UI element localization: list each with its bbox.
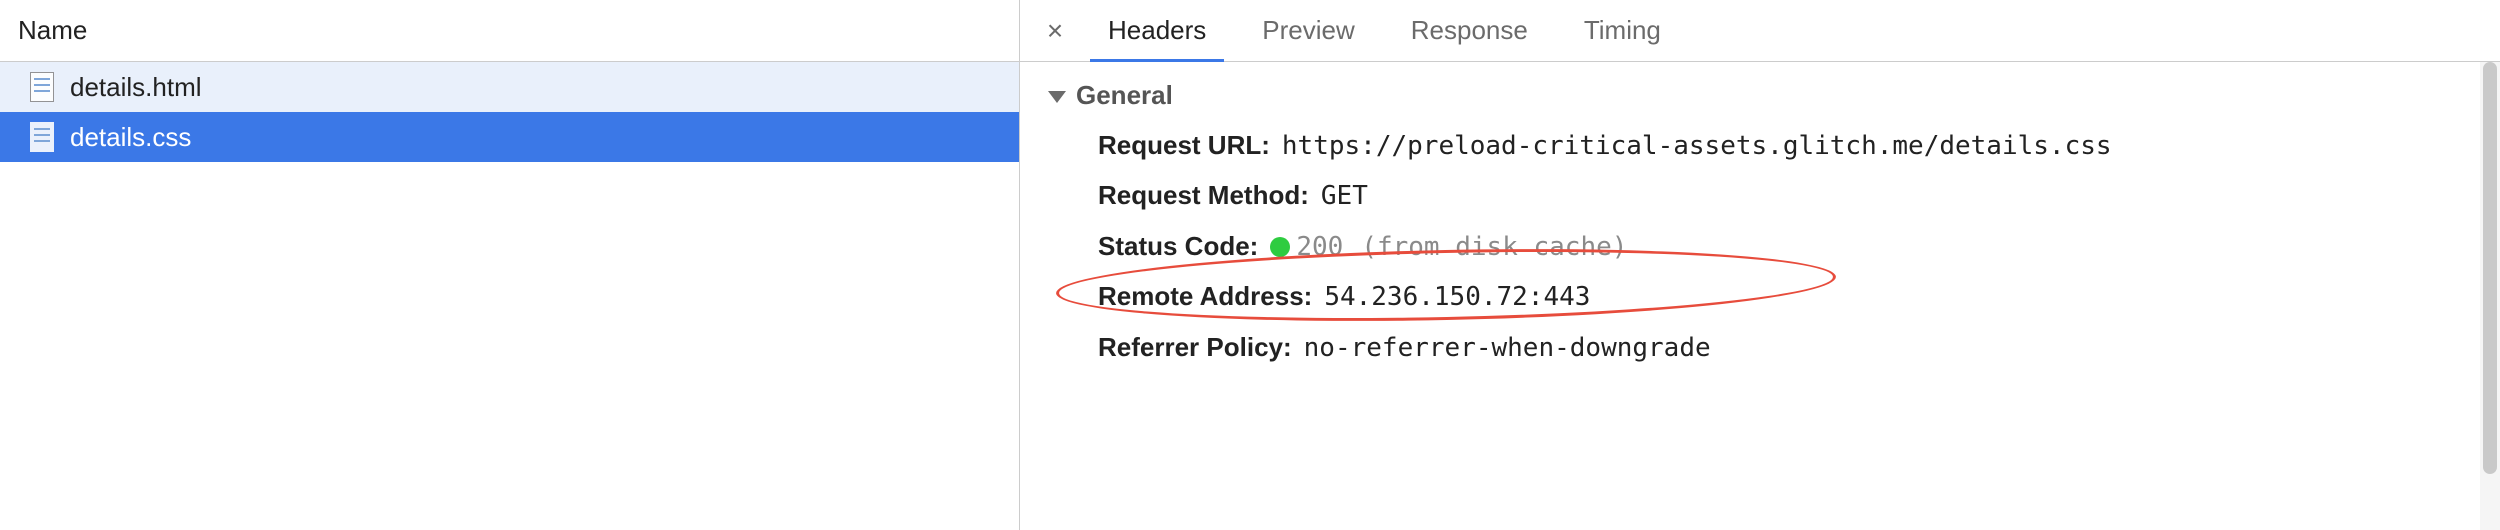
kv-remote-address: Remote Address: 54.236.150.72:443 <box>1098 272 2472 322</box>
kv-label: Referrer Policy: <box>1098 323 1292 372</box>
file-name: details.css <box>70 122 191 153</box>
tab-headers[interactable]: Headers <box>1080 0 1234 61</box>
file-list: details.html details.css <box>0 62 1019 530</box>
file-icon <box>30 72 54 102</box>
disclosure-triangle-icon <box>1048 91 1066 103</box>
tab-label: Response <box>1411 15 1528 46</box>
details-tabbar: × Headers Preview Response Timing <box>1020 0 2500 62</box>
file-row-details-css[interactable]: details.css <box>0 112 1019 162</box>
close-details-button[interactable]: × <box>1030 0 1080 61</box>
status-ok-icon <box>1270 237 1290 257</box>
kv-status-code: Status Code: 200 (from disk cache) <box>1098 222 2472 272</box>
name-column-header[interactable]: Name <box>0 0 1019 62</box>
kv-referrer-policy: Referrer Policy: no-referrer-when-downgr… <box>1098 323 2472 373</box>
file-name: details.html <box>70 72 202 103</box>
kv-value: GET <box>1321 172 1368 221</box>
tab-label: Headers <box>1108 15 1206 46</box>
section-general-title: General <box>1076 80 1173 111</box>
file-icon <box>30 122 54 152</box>
tab-response[interactable]: Response <box>1383 0 1556 61</box>
status-code-number: 200 <box>1296 232 1343 262</box>
kv-label: Status Code: <box>1098 222 1258 271</box>
kv-value: 54.236.150.72:443 <box>1324 273 1590 322</box>
kv-label: Request URL: <box>1098 121 1270 170</box>
kv-value: no-referrer-when-downgrade <box>1304 324 1711 373</box>
close-icon: × <box>1047 15 1063 47</box>
request-details-panel: × Headers Preview Response Timing Genera… <box>1020 0 2500 530</box>
kv-label: Remote Address: <box>1098 272 1312 321</box>
tab-timing[interactable]: Timing <box>1556 0 1689 61</box>
kv-request-method: Request Method: GET <box>1098 171 2472 221</box>
status-code-note: (from disk cache) <box>1361 232 1627 262</box>
name-column-header-label: Name <box>18 15 87 46</box>
tab-label: Preview <box>1262 15 1354 46</box>
section-general-toggle[interactable]: General <box>1048 80 2472 111</box>
tab-label: Timing <box>1584 15 1661 46</box>
tab-preview[interactable]: Preview <box>1234 0 1382 61</box>
kv-request-url: Request URL: https://preload-critical-as… <box>1098 121 2472 171</box>
scrollbar-thumb[interactable] <box>2483 62 2497 474</box>
kv-value: 200 (from disk cache) <box>1270 223 1627 272</box>
network-file-list-panel: Name details.html details.css <box>0 0 1020 530</box>
kv-value[interactable]: https://preload-critical-assets.glitch.m… <box>1282 122 2112 171</box>
file-row-details-html[interactable]: details.html <box>0 62 1019 112</box>
vertical-scrollbar[interactable] <box>2480 62 2500 530</box>
headers-content: General Request URL: https://preload-cri… <box>1020 62 2500 530</box>
kv-label: Request Method: <box>1098 171 1309 220</box>
general-kv-list: Request URL: https://preload-critical-as… <box>1048 121 2472 373</box>
